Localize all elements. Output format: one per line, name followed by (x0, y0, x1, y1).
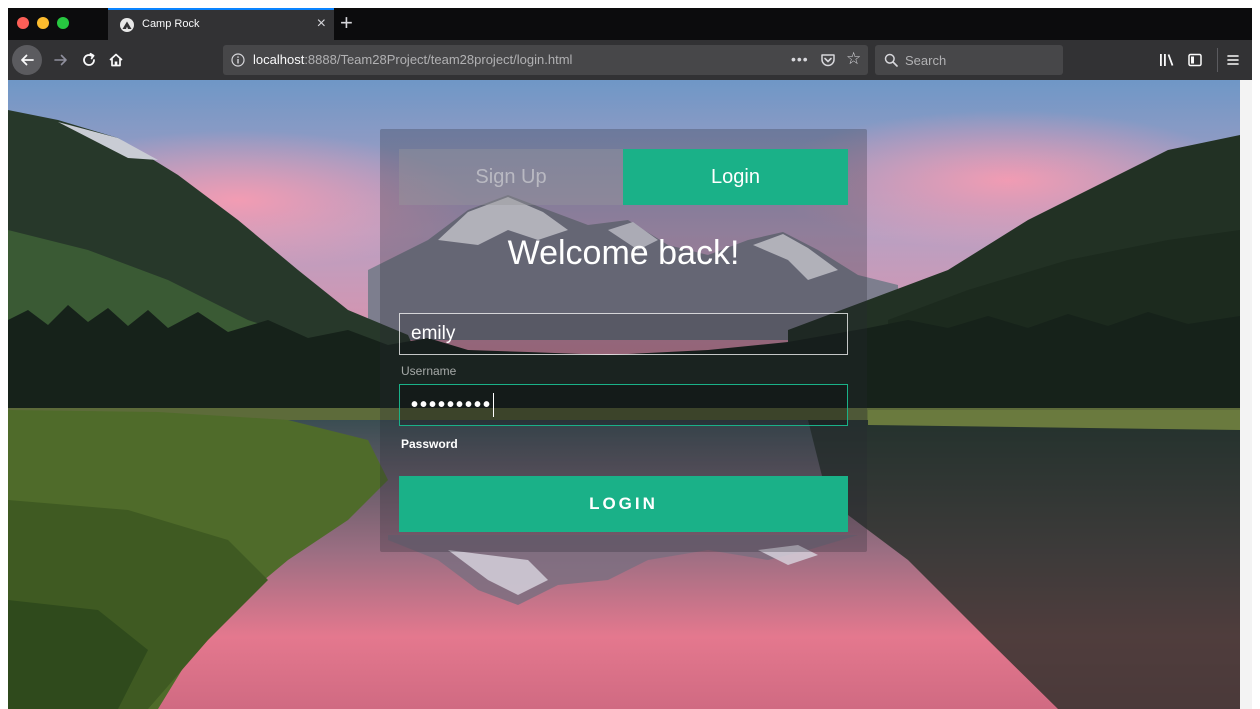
search-icon (884, 53, 898, 67)
tab-login[interactable]: Login (623, 149, 848, 205)
browser-tab-camp-rock[interactable]: Camp Rock × (108, 8, 334, 40)
username-value: emily (411, 323, 456, 344)
url-host: localhost (253, 52, 305, 67)
reload-icon (83, 52, 95, 66)
page-actions-icon[interactable]: ••• (791, 51, 809, 67)
username-input[interactable]: emily (399, 313, 848, 355)
search-placeholder: Search (905, 53, 947, 68)
tab-bar: Camp Rock × + (8, 8, 1252, 40)
back-button[interactable] (12, 45, 42, 75)
tab-title: Camp Rock (142, 18, 200, 30)
forward-icon (54, 54, 67, 66)
search-bar[interactable]: Search (875, 45, 1063, 75)
toolbar-separator (1217, 48, 1218, 72)
window-zoom-button[interactable] (57, 17, 69, 29)
menu-button[interactable] (1224, 51, 1242, 69)
pocket-icon[interactable] (820, 52, 836, 68)
window-minimize-button[interactable] (37, 17, 49, 29)
login-card: Sign Up Login Welcome back! emily Userna… (380, 129, 867, 552)
page-viewport: Sign Up Login Welcome back! emily Userna… (8, 80, 1240, 709)
page-title: Welcome back! (507, 234, 740, 272)
tent-icon (120, 18, 134, 32)
home-icon (109, 53, 123, 67)
url-path: :8888/Team28Project/team28project/login.… (304, 52, 573, 67)
library-button[interactable] (1158, 51, 1176, 69)
reload-button[interactable] (80, 51, 98, 69)
info-icon[interactable] (231, 53, 245, 67)
tab-sign-up[interactable]: Sign Up (399, 149, 623, 205)
forward-button[interactable] (52, 51, 70, 69)
sidebar-icon (1188, 53, 1202, 67)
password-input[interactable]: ••••••••• (399, 384, 848, 426)
username-label: Username (401, 364, 457, 378)
home-button[interactable] (107, 51, 125, 69)
new-tab-icon[interactable]: + (340, 11, 353, 35)
url-bar[interactable]: localhost:8888/Team28Project/team28proje… (223, 45, 868, 75)
library-icon (1160, 54, 1174, 66)
back-icon (21, 54, 34, 66)
browser-window: Camp Rock × + localhost:8888/Team28Proje… (8, 8, 1252, 709)
sidebar-button[interactable] (1186, 51, 1204, 69)
password-value: ••••••••• (411, 393, 493, 416)
url-text[interactable]: localhost:8888/Team28Project/team28proje… (253, 52, 572, 67)
navigation-bar: localhost:8888/Team28Project/team28proje… (8, 40, 1252, 80)
tab-close-icon[interactable]: × (317, 15, 326, 33)
star-icon[interactable]: ☆ (846, 50, 861, 68)
text-caret (493, 393, 495, 417)
menu-icon (1227, 55, 1239, 65)
password-label: Password (401, 437, 458, 451)
auth-tabs: Sign Up Login (399, 149, 848, 205)
window-close-button[interactable] (17, 17, 29, 29)
login-button[interactable]: LOGIN (399, 476, 848, 532)
